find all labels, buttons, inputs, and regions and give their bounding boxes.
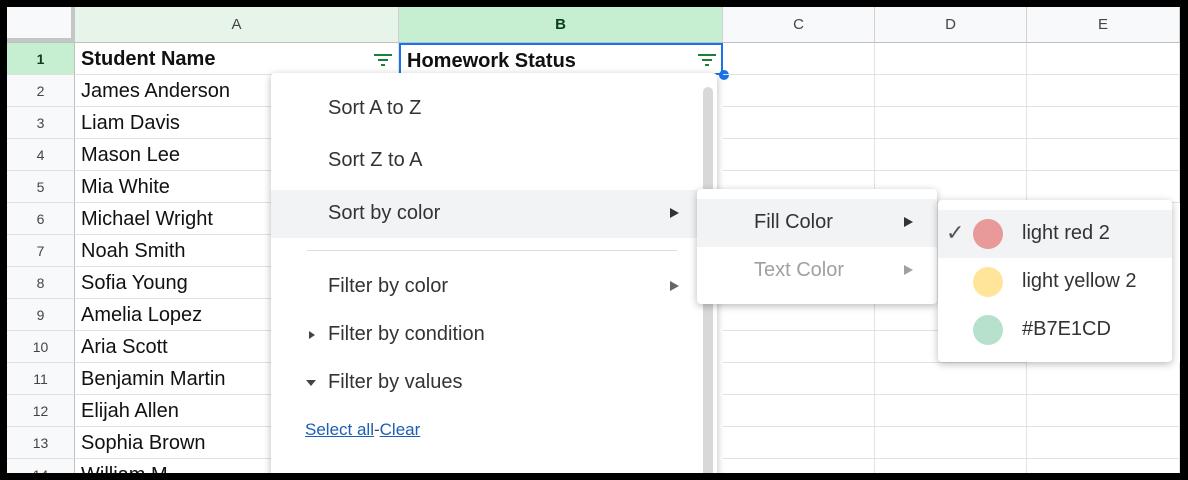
row-header-2[interactable]: 2 — [7, 75, 75, 107]
submenu-item-text-color: Text Color — [697, 247, 937, 295]
cell-c2[interactable] — [723, 75, 875, 107]
menu-item-label: Sort Z to A — [328, 149, 423, 171]
cell-c3[interactable] — [723, 107, 875, 139]
cell-d12[interactable] — [875, 395, 1027, 427]
select-all-link[interactable]: Select all — [305, 420, 374, 439]
select-clear-links: Select all-Clear — [305, 420, 420, 440]
cell-d1[interactable] — [875, 43, 1027, 75]
cell-c12[interactable] — [723, 395, 875, 427]
submenu-arrow-icon — [670, 208, 679, 218]
cell-d14[interactable] — [875, 459, 1027, 473]
menu-item-sort-z-a[interactable]: Sort Z to A — [271, 137, 717, 185]
row-header-8[interactable]: 8 — [7, 267, 75, 299]
cell-c10[interactable] — [723, 331, 875, 363]
cell-c11[interactable] — [723, 363, 875, 395]
sort-by-color-submenu: Fill Color Text Color — [697, 189, 937, 304]
submenu-arrow-icon — [904, 217, 913, 227]
cell-e5[interactable] — [1027, 171, 1180, 203]
column-header-b[interactable]: B — [399, 7, 723, 42]
clear-link[interactable]: Clear — [380, 420, 421, 439]
menu-item-sort-by-color[interactable]: Sort by color — [271, 190, 717, 238]
color-option-label: #B7E1CD — [1022, 318, 1111, 340]
cell-a1[interactable]: Student Name — [75, 43, 399, 75]
color-swatch — [973, 267, 1003, 297]
menu-item-sort-a-z[interactable]: Sort A to Z — [271, 85, 717, 133]
spreadsheet-frame: A B C D E 1 2 3 4 5 6 7 8 9 10 11 12 13 … — [7, 7, 1180, 473]
cell-e3[interactable] — [1027, 107, 1180, 139]
menu-item-label: Filter by condition — [328, 323, 485, 345]
cell-e2[interactable] — [1027, 75, 1180, 107]
fill-color-submenu: ✓ light red 2 light yellow 2 #B7E1CD — [938, 200, 1172, 362]
cell-e14[interactable] — [1027, 459, 1180, 473]
cell-c1[interactable] — [723, 43, 875, 75]
submenu-arrow-icon — [670, 281, 679, 291]
cell-e1[interactable] — [1027, 43, 1180, 75]
cell-e4[interactable] — [1027, 139, 1180, 171]
column-header-e[interactable]: E — [1027, 7, 1180, 42]
filter-icon-b[interactable] — [698, 53, 716, 67]
check-icon: ✓ — [946, 220, 965, 245]
menu-item-filter-by-values[interactable]: Filter by values — [271, 359, 717, 407]
menu-item-filter-by-color[interactable]: Filter by color — [271, 263, 717, 311]
menu-item-label: Filter by values — [328, 371, 463, 393]
menu-item-label: Sort A to Z — [328, 97, 422, 119]
column-header-a[interactable]: A — [75, 7, 399, 42]
cell-c13[interactable] — [723, 427, 875, 459]
column-header-row: A B C D E — [7, 7, 1180, 43]
submenu-item-label: Text Color — [754, 259, 845, 281]
menu-item-label: Filter by color — [328, 275, 449, 297]
color-swatch — [973, 315, 1003, 345]
color-swatch — [973, 219, 1003, 249]
color-option-label: light yellow 2 — [1022, 270, 1137, 292]
cell-e12[interactable] — [1027, 395, 1180, 427]
row-header-14[interactable]: 14 — [7, 459, 75, 473]
cell-b1-text: Homework Status — [407, 50, 576, 72]
menu-divider — [307, 250, 677, 251]
color-option-light-red-2[interactable]: ✓ light red 2 — [938, 210, 1172, 258]
submenu-item-fill-color[interactable]: Fill Color — [697, 199, 937, 247]
row-header-5[interactable]: 5 — [7, 171, 75, 203]
row-header-1[interactable]: 1 — [7, 43, 75, 75]
submenu-arrow-icon — [904, 265, 913, 275]
cell-e13[interactable] — [1027, 427, 1180, 459]
column-header-c[interactable]: C — [723, 7, 875, 42]
submenu-item-label: Fill Color — [754, 211, 833, 233]
row-header-6[interactable]: 6 — [7, 203, 75, 235]
filter-icon-a[interactable] — [374, 53, 392, 67]
row-header-12[interactable]: 12 — [7, 395, 75, 427]
cell-d3[interactable] — [875, 107, 1027, 139]
cell-e11[interactable] — [1027, 363, 1180, 395]
expand-arrow-icon — [309, 331, 315, 339]
color-option-b7e1cd[interactable]: #B7E1CD — [938, 306, 1172, 354]
menu-item-filter-by-condition[interactable]: Filter by condition — [271, 311, 717, 359]
row-header-3[interactable]: 3 — [7, 107, 75, 139]
column-header-d[interactable]: D — [875, 7, 1027, 42]
filter-menu: Sort A to Z Sort Z to A Sort by color Fi… — [271, 73, 717, 473]
color-option-light-yellow-2[interactable]: light yellow 2 — [938, 258, 1172, 306]
row-header-11[interactable]: 11 — [7, 363, 75, 395]
collapse-arrow-icon — [306, 380, 316, 386]
menu-item-label: Sort by color — [328, 202, 441, 224]
cell-d4[interactable] — [875, 139, 1027, 171]
cell-d11[interactable] — [875, 363, 1027, 395]
row-header-13[interactable]: 13 — [7, 427, 75, 459]
row-header-4[interactable]: 4 — [7, 139, 75, 171]
cell-c14[interactable] — [723, 459, 875, 473]
cell-a1-text: Student Name — [81, 48, 216, 70]
cell-d2[interactable] — [875, 75, 1027, 107]
row-header-9[interactable]: 9 — [7, 299, 75, 331]
select-all-corner[interactable] — [7, 7, 75, 42]
row-header-7[interactable]: 7 — [7, 235, 75, 267]
row-header-10[interactable]: 10 — [7, 331, 75, 363]
cell-d13[interactable] — [875, 427, 1027, 459]
color-option-label: light red 2 — [1022, 222, 1110, 244]
cell-c4[interactable] — [723, 139, 875, 171]
cell-b1[interactable]: Homework Status — [399, 43, 723, 75]
